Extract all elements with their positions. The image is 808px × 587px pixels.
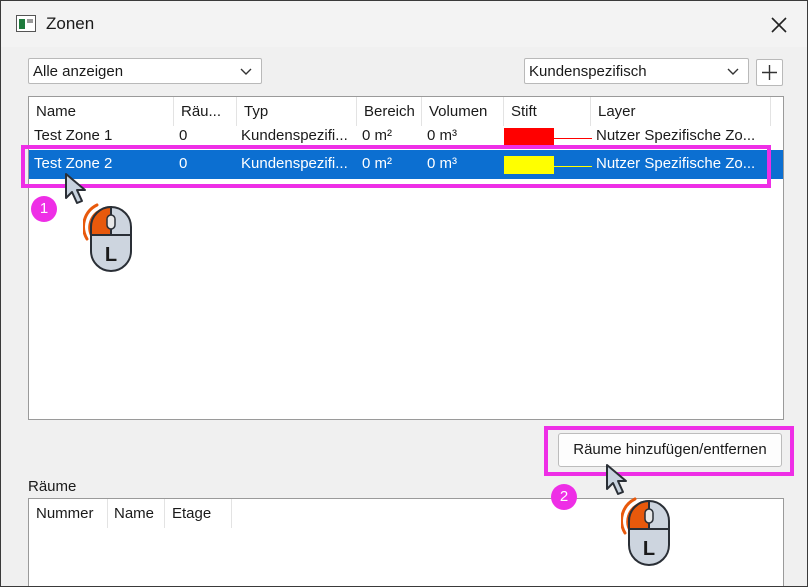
mouse-button-label: L — [643, 538, 655, 560]
step-2-badge: 2 — [551, 484, 577, 510]
column-header-number[interactable]: Nummer — [29, 499, 108, 528]
plus-icon — [762, 65, 777, 80]
left-click-mouse-icon: L — [82, 197, 135, 277]
zone-type-dropdown-value: Kundenspezifisch — [529, 63, 647, 80]
window-title: Zonen — [46, 14, 95, 33]
rooms-section-label: Räume — [28, 478, 77, 495]
add-zone-button[interactable] — [756, 59, 783, 86]
filter-dropdown-value: Alle anzeigen — [33, 63, 124, 80]
zonen-dialog: Zonen Alle anzeigen Kundenspezifisch Nam… — [0, 0, 808, 587]
pen-color-swatch — [504, 128, 554, 146]
close-icon[interactable] — [767, 13, 791, 37]
title-bar: Zonen — [1, 1, 807, 47]
pen-line-sample — [554, 138, 592, 139]
step-1-badge: 1 — [31, 196, 57, 222]
zone-type-dropdown[interactable]: Kundenspezifisch — [524, 58, 749, 84]
chevron-down-icon — [727, 68, 739, 75]
chevron-down-icon — [240, 68, 252, 75]
filter-dropdown[interactable]: Alle anzeigen — [28, 58, 262, 84]
column-header-room-name[interactable]: Name — [108, 499, 165, 528]
mouse-button-label: L — [105, 244, 117, 266]
app-icon — [16, 15, 36, 32]
column-header-floor[interactable]: Etage — [165, 499, 232, 528]
left-click-mouse-icon: L — [620, 491, 673, 571]
step-1-highlight — [21, 145, 771, 188]
step-2-highlight — [544, 426, 794, 476]
